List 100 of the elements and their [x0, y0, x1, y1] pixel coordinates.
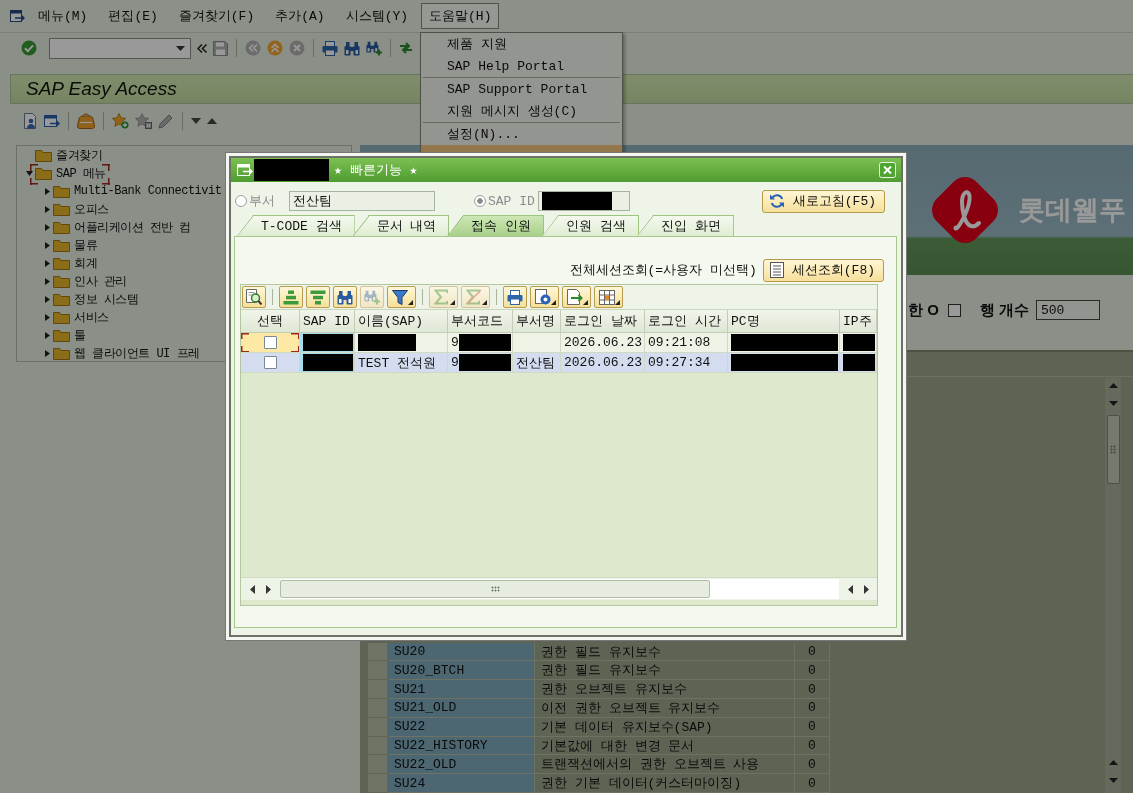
column-header[interactable]: 부서명 [513, 310, 561, 333]
column-header[interactable]: IP주 [840, 310, 877, 333]
print-button[interactable] [503, 286, 527, 308]
session-button[interactable]: 세션조회(F8) [762, 258, 884, 282]
binoculars-icon[interactable] [344, 40, 360, 56]
arrow-down-icon[interactable] [1108, 777, 1118, 783]
view-button[interactable] [530, 286, 559, 308]
caret-right-icon[interactable] [44, 241, 50, 249]
caret-right-icon[interactable] [44, 295, 50, 303]
tree-item[interactable]: SAP 메뉴 [56, 164, 106, 182]
column-header[interactable]: SAP ID [300, 310, 355, 333]
double-chevron-icon[interactable] [197, 43, 207, 53]
table-cell: 0 [795, 717, 830, 737]
tab[interactable]: 인원 검색 [542, 215, 640, 236]
details-button[interactable] [242, 286, 266, 308]
column-header[interactable]: PC명 [728, 310, 840, 333]
window-icon[interactable] [10, 9, 25, 23]
sort-descending-button[interactable] [306, 286, 330, 308]
tree-item[interactable]: 정보 시스템 [74, 290, 139, 308]
layout-button[interactable] [594, 286, 623, 308]
column-header[interactable]: 로그인 날짜 [561, 310, 645, 333]
tree-item[interactable]: 오피스 [74, 200, 109, 218]
checkbox[interactable] [263, 356, 277, 369]
table-row[interactable]: TEST 전석원 9 전산팀 2026.06.23 09:27:34 [241, 353, 877, 373]
arrow-left-icon[interactable] [847, 584, 853, 594]
menu-bar-item[interactable]: 추가(A) [267, 3, 333, 29]
tree-item[interactable]: 어플리케이션 전반 컴 [74, 218, 191, 236]
folder-icon [53, 310, 70, 324]
column-header[interactable]: 선택 [241, 310, 300, 333]
caret-right-icon[interactable] [44, 331, 50, 339]
tab[interactable]: 진입 화면 [637, 215, 734, 236]
print-icon [507, 289, 523, 305]
menu-item[interactable]: SAP Help Portal [421, 55, 622, 77]
menu-item[interactable]: SAP Support Portal [421, 78, 622, 100]
checkbox[interactable] [947, 303, 961, 317]
sort-ascending-button[interactable] [279, 286, 303, 308]
arrow-up-icon[interactable] [1108, 382, 1118, 388]
tab[interactable]: 문서 내역 [352, 215, 450, 236]
menu-item[interactable]: 설정(N)... [421, 123, 622, 145]
table-cell: 0 [795, 736, 830, 756]
star-plus-icon[interactable] [112, 113, 129, 129]
arrow-right-icon[interactable] [265, 584, 271, 594]
menu-bar-item[interactable]: 메뉴(M) [30, 3, 96, 29]
tree-item[interactable]: 인사 관리 [74, 272, 127, 290]
caret-right-icon[interactable] [44, 277, 50, 285]
tree-item[interactable]: 물류 [74, 236, 97, 254]
menu-bar-item[interactable]: 편집(E) [100, 3, 166, 29]
tab[interactable]: T-CODE 검색 [237, 215, 355, 236]
tree-item[interactable]: 회계 [74, 254, 97, 272]
tree-item[interactable]: 툴 [74, 326, 86, 344]
table-cell: 기본 데이터 유지보수(SAP) [535, 717, 795, 737]
caret-right-icon[interactable] [44, 205, 50, 213]
menu-item[interactable]: 지원 메시지 생성(C) [421, 100, 622, 122]
command-field[interactable] [49, 37, 191, 59]
tree-item[interactable]: 서비스 [74, 308, 109, 326]
row-count-field[interactable]: 500 [1036, 300, 1100, 320]
vertical-scrollbar[interactable] [1105, 378, 1121, 793]
column-header[interactable]: 로그인 시간 [645, 310, 728, 333]
filter-button[interactable] [387, 286, 416, 308]
export-button[interactable] [562, 286, 591, 308]
binoculars-plus-icon[interactable] [366, 40, 382, 56]
tab[interactable]: 접속 인원 [447, 215, 545, 236]
triangle-down-icon[interactable] [191, 118, 201, 124]
arrow-right-icon[interactable] [863, 584, 869, 594]
scroll-thumb[interactable] [280, 580, 710, 598]
caret-right-icon[interactable] [44, 223, 50, 231]
person-document-icon[interactable] [22, 113, 38, 129]
tree-item[interactable]: Multi-Bank Connectivit [74, 184, 222, 198]
table-row[interactable]: 9 2026.06.23 09:21:08 [241, 333, 877, 353]
menu-bar-item[interactable]: 즐겨찾기(F) [170, 3, 263, 29]
menu-bar-item[interactable]: 도움말(H) [421, 3, 500, 29]
caret-right-icon[interactable] [44, 349, 50, 357]
column-header[interactable]: 이름(SAP) [355, 310, 448, 333]
caret-right-icon[interactable] [44, 259, 50, 267]
print-icon[interactable] [322, 40, 338, 56]
refresh-button[interactable]: 새로고침(F5) [761, 189, 885, 213]
caret-right-icon[interactable] [44, 313, 50, 321]
close-icon[interactable] [879, 162, 896, 178]
window-icon[interactable] [237, 163, 253, 177]
folder-icon [53, 256, 70, 270]
up-chevrons-icon[interactable] [267, 40, 283, 56]
tree-item[interactable]: 웹 클라이언트 UI 프레 [74, 344, 200, 362]
arrows-icon[interactable] [399, 41, 413, 55]
arrow-left-icon[interactable] [249, 584, 255, 594]
arrow-down-icon[interactable] [1108, 400, 1118, 406]
bag-icon[interactable] [77, 113, 95, 129]
triangle-up-icon[interactable] [207, 118, 217, 124]
check-icon[interactable] [21, 40, 37, 56]
menu-item[interactable]: 제품 지원 [421, 33, 622, 55]
caret-right-icon[interactable] [44, 187, 50, 195]
table-cell: SU20_BTCH [388, 661, 535, 681]
dropdown-arrow-icon[interactable] [176, 45, 185, 51]
scroll-thumb[interactable] [1106, 415, 1120, 484]
menu-bar-item[interactable]: 시스템(Y) [337, 3, 417, 29]
horizontal-scrollbar[interactable] [241, 577, 877, 600]
arrow-up-icon[interactable] [1108, 759, 1118, 765]
find-button[interactable] [333, 286, 357, 308]
column-header[interactable]: 부서코드 [448, 310, 513, 333]
binoculars-icon [337, 289, 353, 305]
tree-item[interactable]: 즐겨찾기 [56, 146, 102, 164]
